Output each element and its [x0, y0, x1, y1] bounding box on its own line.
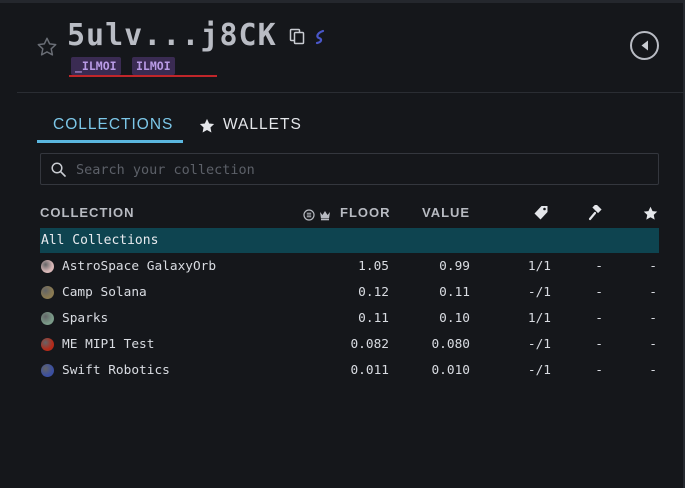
listed-count: -/1 [527, 285, 551, 300]
collection-value: 0.080 [431, 337, 470, 352]
wallet-address: 5ulv...j8CK [67, 18, 277, 53]
table-row[interactable]: Sparks 0.11 0.10 1/1 - - [40, 307, 659, 331]
collection-avatar [41, 286, 54, 299]
listed-count: 1/1 [527, 311, 551, 326]
collection-avatar [41, 260, 54, 273]
collection-value: 0.99 [439, 259, 470, 274]
wallet-tag[interactable]: _ILMOI [71, 57, 121, 75]
listed-count: 1/1 [527, 259, 551, 274]
collection-avatar [41, 338, 54, 351]
bid-value: - [595, 259, 603, 274]
collection-avatar [41, 312, 54, 325]
search-icon [51, 162, 66, 177]
crown-icon [319, 206, 331, 225]
column-header-collection[interactable]: COLLECTION [40, 205, 135, 220]
search-input[interactable] [74, 154, 648, 186]
gavel-icon[interactable] [588, 203, 604, 225]
floor-price: 0.082 [350, 337, 389, 352]
collection-value: 0.010 [431, 363, 470, 378]
listed-count: -/1 [527, 363, 551, 378]
search-box [40, 153, 659, 186]
collection-name: Sparks [62, 311, 109, 326]
listed-count: -/1 [527, 337, 551, 352]
all-collections-row[interactable]: All Collections [40, 228, 659, 253]
page-edge [0, 0, 685, 3]
bid-value: - [595, 337, 603, 352]
active-tab-indicator [37, 140, 183, 143]
table-row[interactable]: AstroSpace GalaxyOrb 1.05 0.99 1/1 - - [40, 255, 659, 279]
chevron-left-icon [641, 40, 648, 51]
favorite-value: - [649, 259, 657, 274]
solana-icon[interactable] [313, 29, 327, 45]
collection-value: 0.10 [439, 311, 470, 326]
bid-value: - [595, 311, 603, 326]
tab-wallets[interactable]: WALLETS [223, 116, 302, 134]
floor-price: 0.11 [358, 311, 389, 326]
collection-name: ME MIP1 Test [62, 337, 155, 352]
tag-icon[interactable] [533, 205, 549, 225]
favorite-value: - [649, 311, 657, 326]
favorite-value: - [649, 285, 657, 300]
floor-price: 0.12 [358, 285, 389, 300]
all-collections-label: All Collections [41, 233, 159, 248]
floor-price: 0.011 [350, 363, 389, 378]
copy-icon[interactable] [289, 28, 305, 45]
column-header-floor[interactable]: FLOOR [340, 205, 391, 220]
back-button[interactable] [630, 31, 659, 60]
tag-underline [69, 75, 217, 77]
wallet-tag[interactable]: ILMOI [132, 57, 175, 75]
collection-name: Swift Robotics [62, 363, 170, 378]
favorite-value: - [649, 337, 657, 352]
floor-price: 1.05 [358, 259, 389, 274]
bid-value: - [595, 363, 603, 378]
favorite-star-icon[interactable] [36, 36, 58, 58]
star-icon [198, 117, 216, 135]
table-row[interactable]: ME MIP1 Test 0.082 0.080 -/1 - - [40, 333, 659, 357]
collection-name: AstroSpace GalaxyOrb [62, 259, 217, 274]
bid-value: - [595, 285, 603, 300]
solana-coin-icon [303, 206, 315, 225]
collection-value: 0.11 [439, 285, 470, 300]
tab-collections[interactable]: COLLECTIONS [53, 116, 173, 134]
star-icon[interactable] [642, 205, 659, 226]
table-row[interactable]: Camp Solana 0.12 0.11 -/1 - - [40, 281, 659, 305]
column-header-value[interactable]: VALUE [422, 205, 470, 220]
header-divider [17, 92, 685, 93]
collection-name: Camp Solana [62, 285, 147, 300]
collection-avatar [41, 364, 54, 377]
table-row[interactable]: Swift Robotics 0.011 0.010 -/1 - - [40, 359, 659, 383]
favorite-value: - [649, 363, 657, 378]
